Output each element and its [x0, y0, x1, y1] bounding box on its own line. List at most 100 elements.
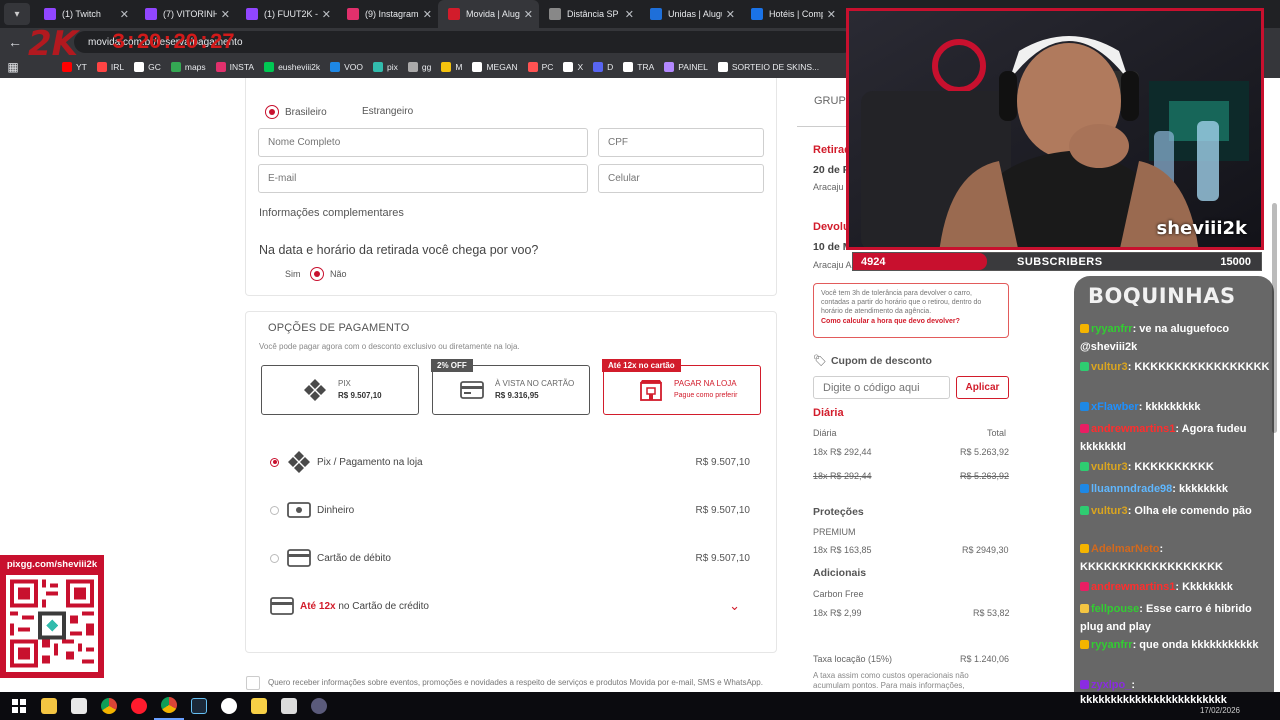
phone-field[interactable]	[598, 164, 764, 193]
pay-option-store[interactable]: Até 12x no cartão PAGAR NA LOJA Pague com…	[602, 359, 761, 415]
subs-current: 4924	[861, 256, 886, 268]
browser-tab[interactable]: (1) FUUT2K - T ✕	[236, 0, 337, 28]
chat-message: ryyanfrr: ve na aluguefoco @sheviii2k	[1080, 320, 1272, 356]
chat-text: : kkkkkkkkk	[1138, 401, 1201, 413]
diaria-row-old-left: 18x R$ 292,44	[813, 471, 872, 481]
pay-option-card[interactable]: 2% OFF À VISTA NO CARTÃO R$ 9.316,95	[431, 359, 590, 415]
bookmark-item[interactable]: MEGAN	[472, 62, 518, 72]
bookmark-icon	[664, 62, 675, 72]
chat-overlay: BOQUINHAS ryyanfrr: ve na aluguefoco @sh…	[1074, 276, 1274, 696]
apply-coupon-button[interactable]: Aplicar	[956, 376, 1009, 399]
webcam-overlay: sheviii2k	[846, 8, 1264, 250]
pay-option-pix[interactable]: PIX R$ 9.507,10	[261, 365, 419, 415]
bookmark-item[interactable]: maps	[170, 62, 206, 72]
chat-text: : kkkkkkkk	[1172, 483, 1228, 495]
bookmark-item[interactable]: gg	[407, 62, 431, 72]
method-credit[interactable]: Até 12x no Cartão de crédito ⌄	[270, 594, 750, 618]
steam-icon[interactable]	[184, 692, 214, 720]
opera-icon[interactable]	[124, 692, 154, 720]
radio-pix-store[interactable]	[270, 457, 279, 467]
chrome-active-icon[interactable]	[154, 692, 184, 720]
credit-card-icon	[459, 379, 485, 401]
bookmark-item[interactable]: PAINEL	[664, 62, 708, 72]
calculator-icon[interactable]	[274, 692, 304, 720]
bookmark-icon	[373, 62, 384, 72]
adicional-name: Carbon Free	[813, 589, 864, 599]
bookmark-item[interactable]: GC	[134, 62, 161, 72]
chat-badge-icon	[1080, 362, 1089, 371]
tab-favicon-icon	[549, 8, 561, 20]
radio-cash[interactable]	[270, 505, 279, 515]
pix-icon	[302, 379, 328, 401]
info-complementares-link[interactable]: Informações complementares	[259, 207, 404, 219]
browser-tab[interactable]: (7) VITORINHA ✕	[135, 0, 236, 28]
coupon-input[interactable]	[813, 376, 950, 399]
tab-favicon-icon	[246, 8, 258, 20]
bookmark-label: TRA	[637, 62, 655, 72]
close-icon[interactable]: ✕	[726, 8, 735, 21]
radio-no[interactable]	[310, 267, 324, 281]
chat-text: :	[1131, 679, 1136, 691]
method-price: R$ 9.507,10	[695, 552, 751, 564]
nationality-estrangeiro[interactable]: Estrangeiro	[362, 106, 413, 117]
cpf-field[interactable]	[598, 128, 764, 157]
newsletter-checkbox[interactable]	[246, 676, 260, 690]
windows-start-icon[interactable]	[4, 692, 34, 720]
method-cash[interactable]: Dinheiro R$ 9.507,10	[270, 498, 750, 522]
protecao-left: 18x R$ 163,85	[813, 545, 872, 555]
gc-icon[interactable]	[214, 692, 244, 720]
bookmark-item[interactable]: M	[441, 62, 462, 72]
flight-yes-label[interactable]: Sim	[285, 269, 301, 279]
close-icon[interactable]: ✕	[221, 8, 230, 21]
tolerance-text: Você tem 3h de tolerância para devolver …	[821, 290, 982, 315]
close-icon[interactable]: ✕	[625, 8, 634, 21]
bookmark-item[interactable]: eusheviii2k	[264, 62, 320, 72]
chevron-down-icon[interactable]: ⌄	[729, 598, 740, 614]
close-icon[interactable]: ✕	[322, 8, 331, 21]
bookmark-item[interactable]: PC	[527, 62, 553, 72]
bookmark-item[interactable]: INSTA	[215, 62, 254, 72]
tab-search-button[interactable]: ▾	[4, 3, 30, 25]
chat-message: lluannndrade98: kkkkkkkk	[1080, 480, 1272, 498]
back-icon[interactable]: ←	[4, 34, 26, 50]
bookmark-item[interactable]: VOO	[330, 62, 363, 72]
taxa-value: R$ 1.240,06	[960, 654, 1010, 664]
apps-icon[interactable]: ▦	[0, 60, 26, 74]
nationality-brasileiro[interactable]: Brasileiro	[265, 105, 327, 119]
tolerance-link[interactable]: Como calcular a hora que devo devolver?	[821, 318, 1001, 325]
browser-tab[interactable]: Hotéis | Comp ✕	[741, 0, 842, 28]
file-explorer-icon[interactable]	[34, 692, 64, 720]
bookmark-item[interactable]: X	[563, 62, 583, 72]
close-icon[interactable]: ✕	[423, 8, 432, 21]
bookmark-item[interactable]: TRA	[623, 62, 654, 72]
chrome-icon[interactable]	[94, 692, 124, 720]
store-app-icon[interactable]	[64, 692, 94, 720]
store-option-label: PAGAR NA LOJA	[674, 379, 737, 388]
browser-tab[interactable]: (9) Instagram ✕	[337, 0, 438, 28]
radio-debit[interactable]	[270, 553, 279, 563]
radio-brasileiro[interactable]	[265, 105, 279, 119]
close-icon[interactable]: ✕	[524, 8, 533, 21]
qr-url: pixgg.com/sheviii2k	[6, 559, 98, 570]
chat-message: ryyanfrr: que onda kkkkkkkkkkk	[1080, 636, 1272, 654]
method-debit[interactable]: Cartão de débito R$ 9.507,10	[270, 546, 750, 570]
cash-icon	[287, 500, 311, 520]
close-icon[interactable]: ✕	[827, 8, 836, 21]
bookmark-item[interactable]: pix	[373, 62, 398, 72]
full-name-field[interactable]	[258, 128, 588, 157]
browser-tab[interactable]: Unidas | Alugu ✕	[640, 0, 741, 28]
bookmark-item[interactable]: IRL	[96, 62, 124, 72]
payment-subtitle: Você pode pagar agora com o desconto exc…	[259, 342, 520, 351]
bookmark-item[interactable]: D	[593, 62, 613, 72]
brasileiro-label: Brasileiro	[285, 106, 327, 118]
email-field[interactable]	[258, 164, 588, 193]
obs-icon[interactable]	[304, 692, 334, 720]
flight-no-option[interactable]: Não	[310, 267, 347, 281]
browser-tab[interactable]: Distância SP F ✕	[539, 0, 640, 28]
bookmark-item[interactable]: SORTEIO DE SKINS...	[717, 62, 819, 72]
notes-icon[interactable]	[244, 692, 274, 720]
method-pix-store[interactable]: Pix / Pagamento na loja R$ 9.507,10	[270, 450, 750, 474]
bookmark-icon	[717, 62, 728, 72]
close-icon[interactable]: ✕	[120, 8, 129, 21]
browser-tab[interactable]: Movida | Alugu ✕	[438, 0, 539, 28]
